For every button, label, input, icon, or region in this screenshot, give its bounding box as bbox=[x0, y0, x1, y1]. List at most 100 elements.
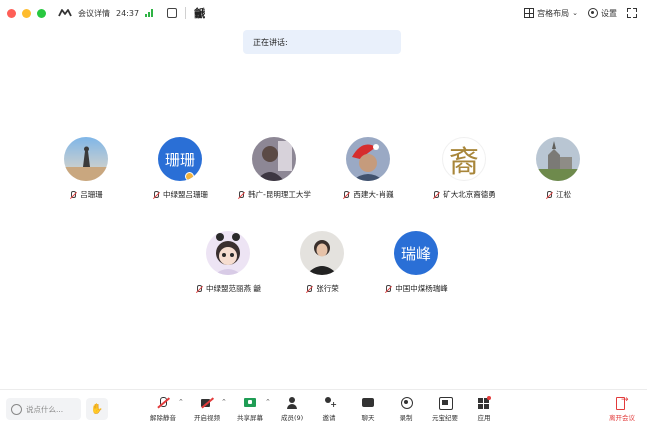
sky-photo-avatar bbox=[64, 137, 108, 181]
chat-placeholder: 说点什么... bbox=[26, 404, 64, 414]
participant-name-row: 吕珊珊 bbox=[69, 189, 103, 200]
raise-hand-button[interactable]: ✋ bbox=[86, 398, 108, 420]
chat-input[interactable]: 说点什么... bbox=[6, 398, 81, 420]
mic-off-icon bbox=[69, 190, 77, 199]
participant-name-row: 韩广-昆明理工大学 bbox=[237, 189, 311, 200]
chat-icon bbox=[361, 397, 375, 409]
avatar bbox=[64, 137, 108, 181]
santa-hat-photo-avatar bbox=[346, 137, 390, 181]
participant-name: 吕珊珊 bbox=[80, 190, 103, 199]
grid-layout-label: 宫格布局 bbox=[537, 8, 570, 18]
share-screen-icon bbox=[243, 397, 257, 409]
share-link-icon[interactable] bbox=[167, 8, 178, 18]
cartoon-girl-avatar bbox=[206, 231, 250, 275]
yuanbao-notes-button[interactable]: 元宝纪要 bbox=[432, 397, 458, 422]
tencent-meeting-logo-icon bbox=[58, 9, 72, 17]
network-signal-icon[interactable] bbox=[145, 9, 154, 17]
mic-off-icon bbox=[432, 190, 440, 199]
title-bar: 会议详情 24:37 䶵 宫格布局 ⌄ 设置 bbox=[0, 0, 647, 26]
meeting-details-link[interactable]: 会议详情 bbox=[78, 8, 110, 19]
participant-name: 张行荣 bbox=[316, 284, 339, 293]
members-icon bbox=[285, 397, 299, 409]
invite-label: 邀请 bbox=[322, 414, 336, 422]
meeting-info: 会议详情 24:37 䶵 bbox=[58, 5, 205, 21]
minimize-window-button[interactable] bbox=[22, 8, 31, 18]
unmute-button[interactable]: 解除静音 bbox=[150, 397, 176, 422]
user-name-glyph: 䶵 bbox=[194, 7, 206, 20]
invite-icon bbox=[322, 397, 337, 409]
speaking-indicator: 正在讲话: bbox=[243, 30, 401, 54]
invite-button[interactable]: 邀请 bbox=[322, 397, 337, 422]
settings-button[interactable]: 设置 bbox=[588, 8, 617, 19]
start-video-button[interactable]: 开启视频 bbox=[194, 397, 220, 422]
avatar: 珊珊 bbox=[158, 137, 202, 181]
avatar bbox=[300, 231, 344, 275]
avatar bbox=[346, 137, 390, 181]
chat-button[interactable]: 聊天 bbox=[361, 397, 375, 422]
record-button[interactable]: 录制 bbox=[399, 397, 413, 422]
mic-muted-icon bbox=[156, 397, 170, 409]
mic-off-icon bbox=[195, 284, 203, 293]
mic-off-icon bbox=[545, 190, 553, 199]
avatar bbox=[536, 137, 580, 181]
camera-off-icon bbox=[200, 397, 214, 409]
person-photo-avatar bbox=[300, 231, 344, 275]
grid-layout-button[interactable]: 宫格布局 ⌄ bbox=[524, 8, 578, 19]
yuanbao-label: 元宝纪要 bbox=[432, 414, 458, 422]
record-icon bbox=[399, 397, 413, 409]
chat-label: 聊天 bbox=[361, 414, 375, 422]
participant-name-row: 中绿盟吕珊珊 bbox=[152, 189, 208, 200]
participant-tile[interactable]: 瑞峰 中国中煤杨瑞峰 bbox=[361, 231, 471, 294]
participant-tile[interactable]: 江松 bbox=[503, 137, 613, 200]
mic-off-icon bbox=[384, 284, 392, 293]
participant-name-row: 中绿盟范丽燕 䶵 bbox=[195, 283, 261, 294]
avatar bbox=[252, 137, 296, 181]
window-controls bbox=[7, 8, 46, 18]
participant-tile[interactable]: 西建大-肖巍 bbox=[313, 137, 423, 200]
emoji-icon[interactable] bbox=[11, 403, 22, 415]
apps-button[interactable]: 应用 bbox=[477, 396, 491, 422]
participant-name: 韩广-昆明理工大学 bbox=[248, 190, 311, 199]
avatar-initials: 珊珊 bbox=[164, 150, 195, 169]
apps-icon bbox=[477, 396, 491, 409]
maximize-window-button[interactable] bbox=[37, 8, 46, 18]
start-video-label: 开启视频 bbox=[194, 414, 220, 422]
audio-options-caret[interactable]: ⌃ bbox=[178, 398, 184, 406]
participant-name: 矿大北京裔德勇 bbox=[443, 190, 496, 199]
share-options-caret[interactable]: ⌃ bbox=[265, 398, 271, 406]
speaking-label: 正在讲话: bbox=[253, 37, 288, 47]
meeting-timer: 24:37 bbox=[116, 8, 140, 18]
mic-off-icon bbox=[152, 190, 160, 199]
avatar: 裔 bbox=[442, 137, 486, 181]
leave-meeting-button[interactable]: 离开会议 bbox=[609, 395, 635, 422]
members-label: 成员(9) bbox=[281, 414, 304, 422]
notes-icon bbox=[438, 397, 453, 410]
participant-name-row: 西建大-肖巍 bbox=[342, 189, 394, 200]
apps-label: 应用 bbox=[477, 414, 491, 422]
church-photo-avatar bbox=[536, 137, 580, 181]
participant-name: 中绿盟范丽燕 䶵 bbox=[206, 284, 261, 293]
avatar bbox=[206, 231, 250, 275]
share-screen-button[interactable]: 共享屏幕 bbox=[237, 397, 263, 422]
participant-name: 江松 bbox=[556, 190, 571, 199]
gear-icon bbox=[588, 8, 598, 18]
title-divider bbox=[185, 7, 187, 19]
avatar-initials: 瑞峰 bbox=[400, 244, 431, 263]
fullscreen-icon[interactable] bbox=[627, 8, 637, 18]
members-button[interactable]: 成员(9) bbox=[281, 397, 303, 422]
avatar-glyph: 裔 bbox=[449, 145, 479, 180]
share-screen-label: 共享屏幕 bbox=[237, 414, 263, 422]
participant-name: 中国中煤杨瑞峰 bbox=[395, 284, 448, 293]
host-badge-icon bbox=[185, 172, 194, 181]
participant-name-row: 江松 bbox=[545, 189, 571, 200]
mic-off-icon bbox=[342, 190, 350, 199]
leave-icon bbox=[615, 395, 629, 410]
bottom-toolbar: 说点什么... ✋ 解除静音 ⌃ 开启视频 ⌃ 共享屏幕 ⌃ 成员(9) 邀请 bbox=[0, 389, 647, 428]
unmute-label: 解除静音 bbox=[150, 414, 176, 422]
close-window-button[interactable] bbox=[7, 8, 16, 18]
participant-name-row: 矿大北京裔德勇 bbox=[432, 189, 496, 200]
chevron-down-icon: ⌄ bbox=[572, 9, 578, 17]
video-options-caret[interactable]: ⌃ bbox=[221, 398, 227, 406]
mic-off-icon bbox=[305, 284, 313, 293]
record-label: 录制 bbox=[399, 414, 413, 422]
